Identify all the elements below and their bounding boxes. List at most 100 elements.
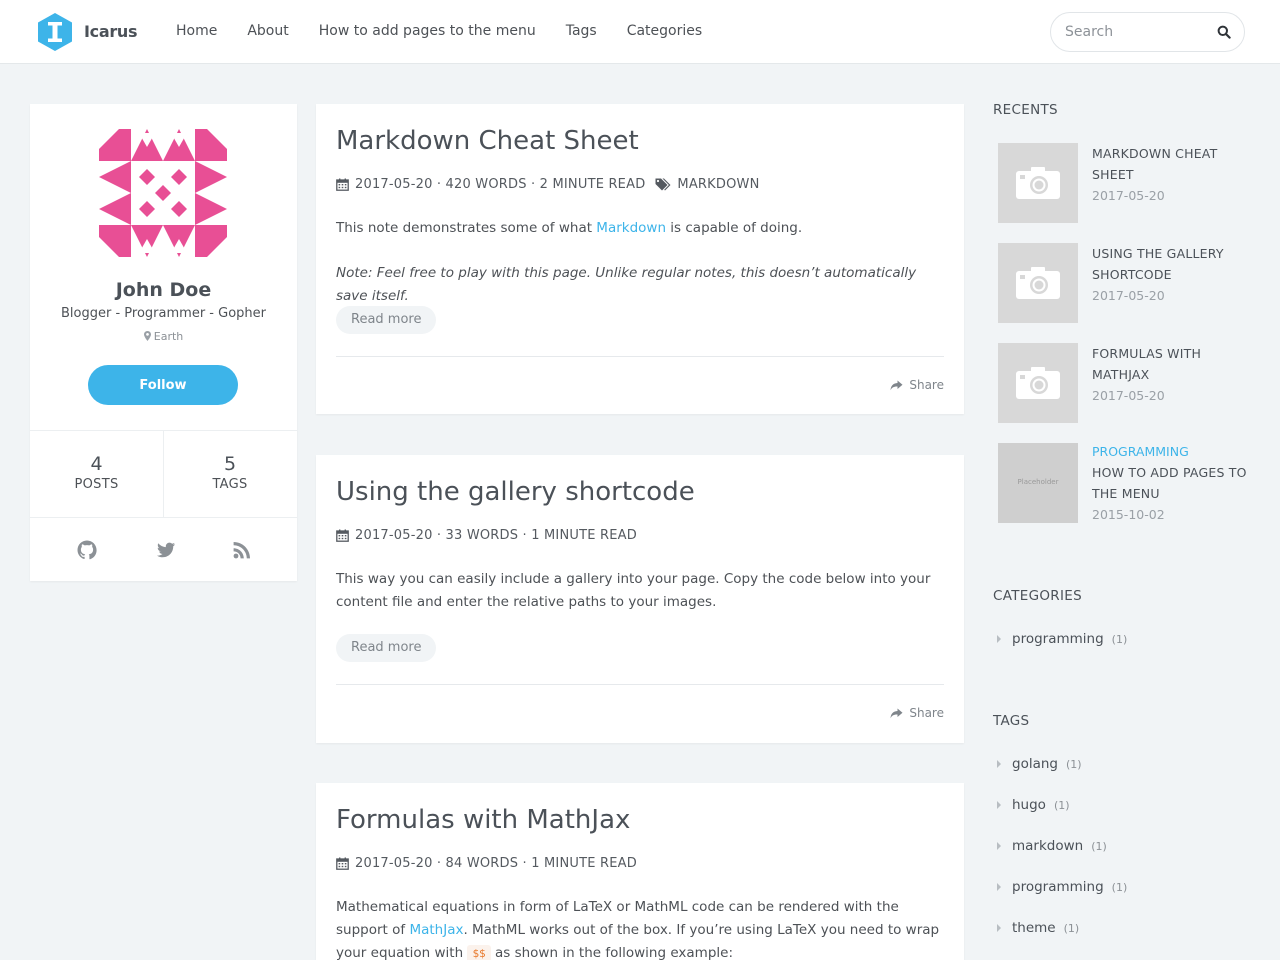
post-note: Note: Feel free to play with this page. … (336, 265, 917, 304)
calendar-icon (336, 178, 349, 191)
post-meta: 2017-05-20 · 84 WORDS · 1 MINUTE READ (336, 856, 637, 871)
tag-count: (1) (1091, 839, 1107, 853)
tag-count: (1) (1065, 757, 1082, 771)
recent-text: PROGRAMMING HOW TO ADD PAGES TO THE MENU… (1092, 441, 1252, 525)
search-box (1050, 12, 1245, 52)
excerpt-text: is capable of doing. (666, 220, 803, 236)
share-icon (890, 708, 903, 718)
tag-name: hugo (1012, 797, 1046, 813)
recent-title[interactable]: FORMULAS WITH MATHJAX (1092, 343, 1252, 385)
recent-thumbnail[interactable] (998, 143, 1078, 223)
recent-text: FORMULAS WITH MATHJAX 2017-05-20 (1092, 343, 1252, 406)
follow-button[interactable]: Follow (88, 365, 238, 405)
profile-location: Earth (30, 330, 297, 343)
profile-card: John Doe Blogger - Programmer - Gopher E… (30, 104, 297, 581)
caret-right-icon (997, 801, 1001, 809)
post-card: Using the gallery shortcode 2017-05-20 ·… (316, 455, 964, 743)
caret-right-icon (997, 883, 1001, 891)
post-card: Formulas with MathJax 2017-05-20 · 84 WO… (316, 783, 964, 960)
post-title[interactable]: Formulas with MathJax (336, 805, 630, 835)
tag-item[interactable]: theme (1) (997, 920, 1079, 936)
share-button[interactable]: Share (890, 378, 944, 392)
posts-count: 4 (90, 453, 103, 475)
category-item[interactable]: programming (1) (997, 631, 1127, 647)
search-input[interactable] (1065, 22, 1205, 42)
post-tag-link[interactable]: MARKDOWN (677, 177, 759, 192)
posts-stat[interactable]: 4 POSTS (30, 431, 163, 517)
categories-heading: CATEGORIES (993, 588, 1082, 604)
post-meta-text: 2017-05-20 · 84 WORDS · 1 MINUTE READ (355, 856, 637, 871)
tag-count: (1) (1111, 880, 1128, 894)
camera-icon (1016, 367, 1060, 399)
recent-title[interactable]: MARKDOWN CHEAT SHEET (1092, 143, 1252, 185)
icarus-logo-icon[interactable] (36, 12, 74, 52)
tag-item[interactable]: markdown (1) (997, 838, 1107, 854)
read-more-button[interactable]: Read more (336, 634, 437, 662)
main-nav: Home About How to add pages to the menu … (176, 23, 702, 39)
profile-stats: 4 POSTS 5 TAGS (30, 430, 297, 518)
twitter-icon[interactable] (156, 540, 176, 560)
share-label: Share (909, 378, 944, 392)
recent-date: 2015-10-02 (1092, 507, 1165, 522)
caret-right-icon (997, 760, 1001, 768)
recent-thumbnail[interactable] (998, 243, 1078, 323)
rss-icon[interactable] (232, 540, 252, 560)
nav-home[interactable]: Home (176, 23, 217, 39)
recents-heading: RECENTS (993, 102, 1058, 118)
brand-name[interactable]: Icarus (84, 22, 138, 41)
markdown-link[interactable]: Markdown (596, 220, 666, 236)
avatar (99, 129, 227, 257)
recent-date: 2017-05-20 (1092, 388, 1165, 403)
recent-post: MARKDOWN CHEAT SHEET 2017-05-20 (998, 143, 1258, 223)
category-name: programming (1012, 631, 1104, 647)
nav-categories[interactable]: Categories (627, 23, 702, 39)
inline-code: $$ (467, 945, 491, 960)
posts-label: POSTS (74, 477, 119, 492)
tag-item[interactable]: hugo (1) (997, 797, 1070, 813)
share-button[interactable]: Share (890, 706, 944, 720)
recent-date: 2017-05-20 (1092, 288, 1165, 303)
github-icon[interactable] (77, 540, 97, 560)
mathjax-link[interactable]: MathJax (409, 922, 463, 938)
post-meta-text: 2017-05-20 · 33 WORDS · 1 MINUTE READ (355, 528, 637, 543)
tags-stat[interactable]: 5 TAGS (163, 431, 296, 517)
tags-heading: TAGS (993, 713, 1030, 729)
post-title[interactable]: Markdown Cheat Sheet (336, 126, 639, 156)
tag-item[interactable]: golang (1) (997, 756, 1082, 772)
placeholder-label: Placeholder (1017, 478, 1059, 486)
recent-thumbnail[interactable] (998, 343, 1078, 423)
recent-category[interactable]: PROGRAMMING (1092, 441, 1252, 462)
nav-tags[interactable]: Tags (566, 23, 597, 39)
post-title[interactable]: Using the gallery shortcode (336, 477, 695, 507)
recent-title[interactable]: USING THE GALLERY SHORTCODE (1092, 243, 1252, 285)
post-divider (336, 356, 944, 357)
share-icon (890, 380, 903, 390)
nav-how-to-add-pages[interactable]: How to add pages to the menu (319, 23, 536, 39)
excerpt-text: as shown in the following example: (490, 945, 733, 960)
nav-about[interactable]: About (247, 23, 288, 39)
share-label: Share (909, 706, 944, 720)
post-excerpt: This way you can easily include a galler… (336, 571, 931, 610)
tags-label: TAGS (212, 477, 248, 492)
recent-post: Placeholder PROGRAMMING HOW TO ADD PAGES… (998, 443, 1258, 523)
tag-item[interactable]: programming (1) (997, 879, 1127, 895)
camera-icon (1016, 167, 1060, 199)
read-more-button[interactable]: Read more (336, 306, 437, 334)
recent-text: USING THE GALLERY SHORTCODE 2017-05-20 (1092, 243, 1252, 306)
calendar-icon (336, 529, 349, 542)
recent-post: FORMULAS WITH MATHJAX 2017-05-20 (998, 343, 1258, 423)
post-meta: 2017-05-20 · 33 WORDS · 1 MINUTE READ (336, 528, 637, 543)
social-links (30, 540, 297, 560)
excerpt-text: This note demonstrates some of what (336, 220, 597, 236)
recent-title[interactable]: HOW TO ADD PAGES TO THE MENU (1092, 462, 1252, 504)
tag-count: (1) (1063, 921, 1080, 935)
tag-name: programming (1012, 879, 1104, 895)
search-icon[interactable] (1217, 25, 1231, 39)
tag-count: (1) (1053, 798, 1070, 812)
post-meta-text: 2017-05-20 · 420 WORDS · 2 MINUTE READ (355, 177, 646, 192)
tags-icon (655, 178, 671, 191)
recent-thumbnail[interactable]: Placeholder (998, 443, 1078, 523)
caret-right-icon (997, 635, 1001, 643)
tags-count: 5 (223, 453, 237, 475)
top-navbar: Icarus Home About How to add pages to th… (0, 0, 1280, 64)
